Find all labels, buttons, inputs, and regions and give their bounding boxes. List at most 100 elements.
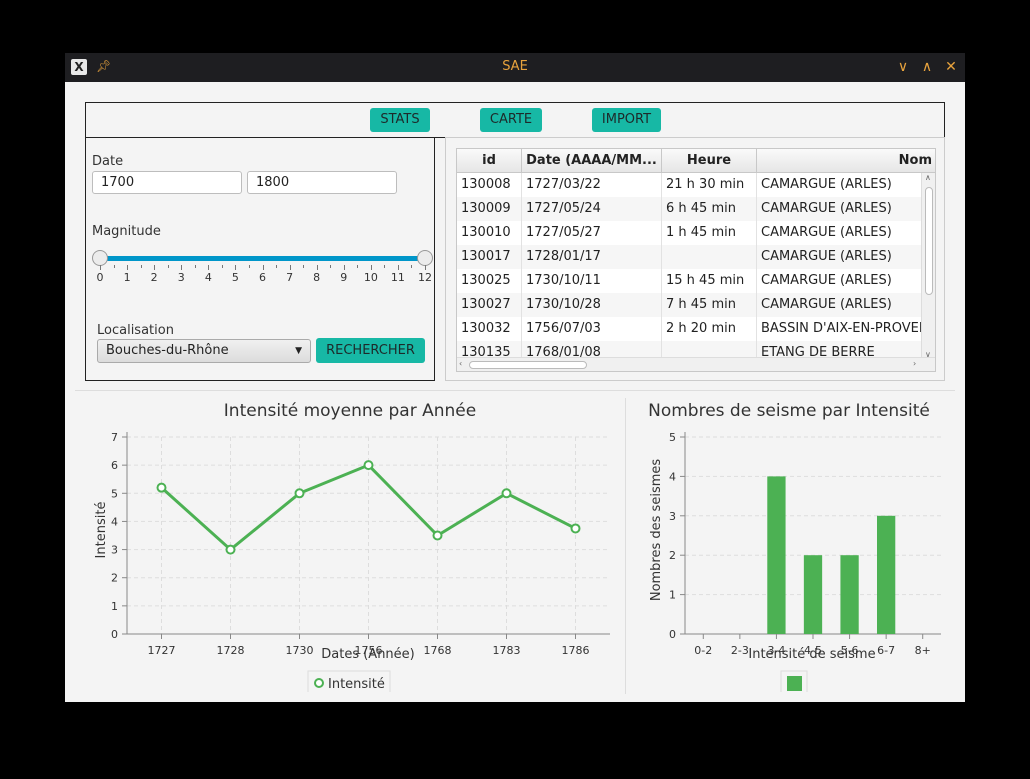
y-tick-label: 6: [111, 459, 118, 472]
stats-button[interactable]: STATS: [370, 108, 430, 132]
column-header[interactable]: Date (AAAA/MM...: [522, 149, 662, 173]
close-icon[interactable]: ✕: [941, 57, 961, 77]
slider-tick-label: 8: [313, 271, 321, 284]
y-tick-label: 4: [669, 470, 676, 483]
slider-tick: [316, 265, 318, 270]
table-cell: CAMARGUE (ARLES): [757, 245, 923, 269]
y-tick-label: 2: [669, 549, 676, 562]
data-point: [570, 523, 581, 534]
slider-tick: [357, 265, 359, 268]
slider-tick: [330, 265, 332, 268]
table-cell: 1730/10/28: [522, 293, 662, 317]
slider-tick-label: 5: [231, 271, 239, 284]
magnitude-slider-track[interactable]: [100, 256, 425, 261]
slider-tick: [343, 265, 345, 270]
table-cell: 130008: [457, 173, 522, 197]
section-divider: [75, 390, 955, 391]
date-to-input[interactable]: 1800: [247, 171, 397, 194]
localisation-select[interactable]: Bouches-du-Rhône ▼: [97, 339, 311, 363]
x-tick-label: 8+: [915, 644, 931, 657]
table-cell: CAMARGUE (ARLES): [757, 269, 923, 293]
slider-tick: [127, 265, 129, 270]
column-header[interactable]: Heure: [662, 149, 757, 173]
table-row[interactable]: 130009 1727/05/24 6 h 45 min CAMARGUE (ARLE…: [457, 197, 923, 221]
slider-tick-label: 7: [286, 271, 294, 284]
table-cell: 1727/03/22: [522, 173, 662, 197]
import-button[interactable]: IMPORT: [592, 108, 661, 132]
date-from-input[interactable]: 1700: [92, 171, 242, 194]
vertical-scrollbar[interactable]: ∧ ∨: [921, 173, 935, 359]
table-cell: 130025: [457, 269, 522, 293]
table-row[interactable]: 130017 1728/01/17 CAMARGUE (ARLES): [457, 245, 923, 269]
table-cell: 15 h 45 min: [662, 269, 757, 293]
title-bar: X 📌︎ SAE ∨ ∧ ✕: [65, 53, 965, 82]
x-tick-label: 1730: [286, 644, 314, 657]
x-tick-label: 1786: [562, 644, 590, 657]
y-tick-label: 4: [111, 515, 118, 528]
slider-tick: [154, 265, 156, 270]
data-point: [363, 460, 374, 471]
bar-chart-ylabel: Nombres des seismes: [649, 459, 664, 602]
scroll-up-icon[interactable]: ∧: [925, 173, 931, 182]
main-content: STATS CARTE IMPORT Date 1700 1800 Magnit…: [65, 82, 965, 702]
filters-panel: Date 1700 1800 Magnitude 0 1 2 3 4 5 6 7 8 9 10 11 1…: [85, 137, 435, 381]
date-label: Date: [92, 154, 124, 169]
y-tick-label: 7: [111, 431, 118, 444]
data-point: [156, 482, 167, 493]
slider-tick: [262, 265, 264, 270]
x-tick-label: 1783: [493, 644, 521, 657]
toolbar: STATS CARTE IMPORT: [85, 102, 945, 138]
localisation-value: Bouches-du-Rhône: [106, 343, 229, 358]
line-chart: Intensité moyenne par Année 0 1 2 3 4 5 6 7 1727…: [94, 401, 610, 692]
rechercher-button[interactable]: RECHERCHER: [316, 338, 425, 363]
chart-divider: [625, 398, 626, 694]
x-tick-label: 1728: [217, 644, 245, 657]
table-row[interactable]: 130032 1756/07/03 2 h 20 min BASSIN D'AIX-E…: [457, 317, 923, 341]
magnitude-label: Magnitude: [92, 224, 161, 239]
slider-tick: [370, 265, 372, 270]
table-cell: 1730/10/11: [522, 269, 662, 293]
vertical-scroll-thumb[interactable]: [925, 187, 933, 295]
horizontal-scroll-thumb[interactable]: [469, 361, 587, 369]
scroll-left-icon[interactable]: ‹: [459, 359, 462, 368]
table-cell: CAMARGUE (ARLES): [757, 173, 923, 197]
chevron-down-icon: ▼: [295, 346, 302, 356]
legend-swatch: [787, 676, 802, 691]
y-tick-label: 2: [111, 572, 118, 585]
x-tick-label: 2-3: [731, 644, 749, 657]
table-cell: 1 h 45 min: [662, 221, 757, 245]
table-row[interactable]: 130010 1727/05/27 1 h 45 min CAMARGUE (ARLE…: [457, 221, 923, 245]
y-tick-label: 3: [669, 510, 676, 523]
table-cell: 130027: [457, 293, 522, 317]
slider-tick: [140, 265, 142, 268]
slider-tick: [411, 265, 413, 268]
column-header[interactable]: Nom: [757, 149, 935, 173]
line-chart-ylabel: Intensité: [94, 502, 109, 559]
slider-tick-label: 6: [259, 271, 266, 284]
carte-button[interactable]: CARTE: [480, 108, 542, 132]
line-chart-xlabel: Dates (Année): [321, 647, 415, 662]
maximize-icon[interactable]: ∧: [917, 57, 937, 77]
table-row[interactable]: 130008 1727/03/22 21 h 30 min CAMARGUE (ARL…: [457, 173, 923, 197]
column-header[interactable]: id: [457, 149, 522, 173]
table-row[interactable]: 130027 1730/10/28 7 h 45 min CAMARGUE (ARLE…: [457, 293, 923, 317]
slider-tick-label: 4: [204, 271, 212, 284]
data-point: [225, 544, 236, 555]
table-cell: 2 h 20 min: [662, 317, 757, 341]
table-cell: CAMARGUE (ARLES): [757, 197, 923, 221]
minimize-icon[interactable]: ∨: [893, 57, 913, 77]
table-cell: 1756/07/03: [522, 317, 662, 341]
magnitude-max-thumb[interactable]: [417, 250, 433, 266]
slider-tick: [167, 265, 169, 268]
line-chart-title: Intensité moyenne par Année: [224, 401, 476, 421]
scroll-right-icon[interactable]: ›: [913, 359, 916, 368]
table-row[interactable]: 130025 1730/10/11 15 h 45 min CAMARGUE (ARL…: [457, 269, 923, 293]
slider-tick: [208, 265, 210, 270]
bar-chart-xlabel: Intensité de seisme: [748, 647, 875, 662]
bar-chart-title: Nombres de seisme par Intensité: [648, 401, 930, 421]
horizontal-scrollbar[interactable]: ‹ ›: [457, 357, 935, 371]
slider-tick-label: 2: [150, 271, 158, 284]
magnitude-min-thumb[interactable]: [92, 250, 108, 266]
bar: [840, 555, 859, 634]
data-point: [294, 488, 305, 499]
